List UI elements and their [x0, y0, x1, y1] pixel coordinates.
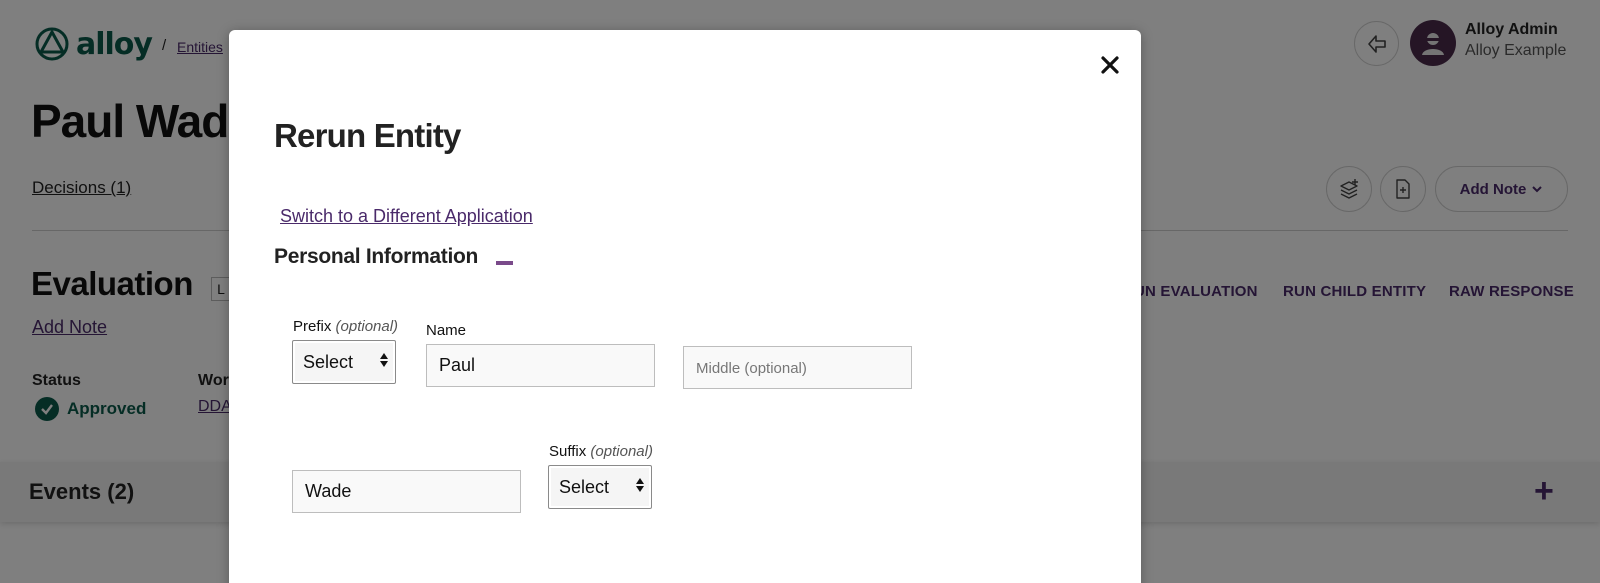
prefix-select[interactable]: Select	[292, 340, 396, 384]
first-name-input[interactable]	[426, 344, 655, 387]
select-arrows-icon	[380, 353, 388, 367]
collapse-minus-icon[interactable]	[496, 261, 513, 265]
personal-information-heading: Personal Information	[274, 245, 479, 268]
name-label: Name	[426, 322, 467, 339]
suffix-optional-text: (optional)	[590, 443, 653, 460]
rerun-entity-modal: Rerun Entity Switch to a Different Appli…	[229, 30, 1141, 583]
last-name-input[interactable]	[292, 470, 521, 513]
suffix-label: Suffix (optional)	[549, 443, 653, 460]
suffix-label-text: Suffix	[549, 443, 587, 460]
switch-application-link[interactable]: Switch to a Different Application	[280, 206, 533, 227]
modal-title: Rerun Entity	[274, 117, 461, 154]
close-icon	[1101, 56, 1119, 74]
suffix-select-value: Select	[559, 476, 610, 497]
select-arrows-icon	[636, 478, 644, 492]
prefix-select-value: Select	[303, 351, 354, 372]
suffix-select[interactable]: Select	[548, 465, 652, 509]
close-modal-button[interactable]	[1095, 50, 1125, 80]
prefix-label: Prefix (optional)	[293, 318, 398, 335]
prefix-label-text: Prefix	[293, 318, 332, 335]
middle-name-input[interactable]	[683, 346, 912, 389]
prefix-optional-text: (optional)	[335, 318, 399, 335]
